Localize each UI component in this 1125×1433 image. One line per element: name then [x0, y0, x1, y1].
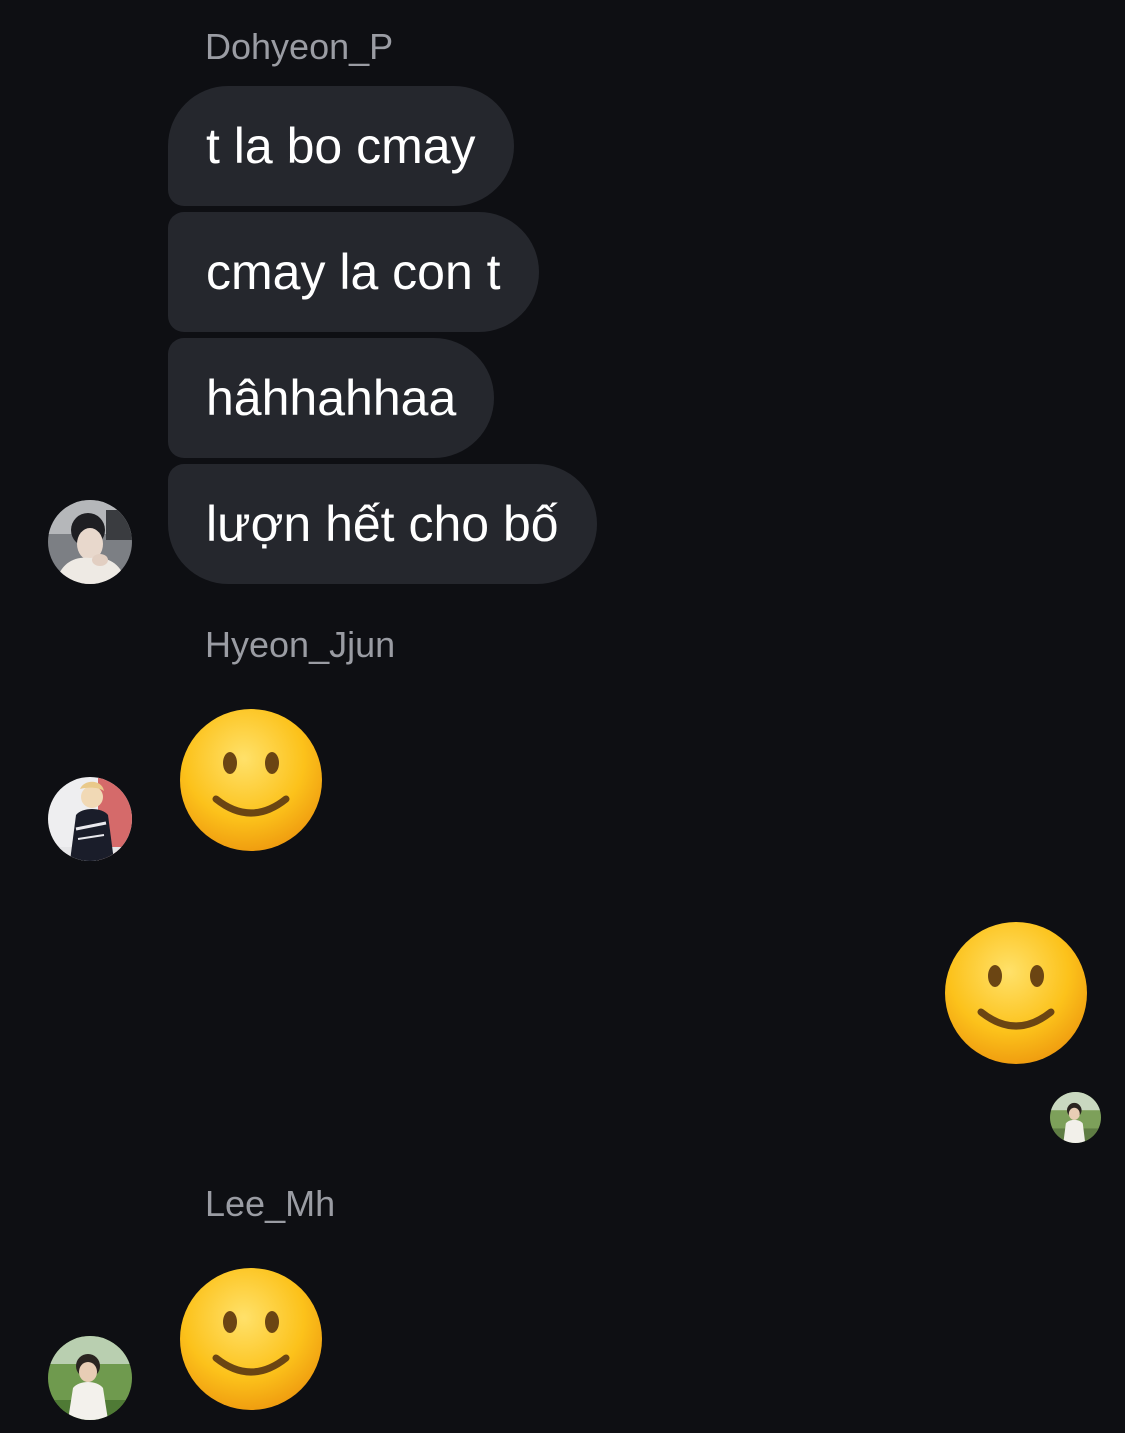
sender-name-lee: Lee_Mh	[205, 1183, 336, 1224]
chat-thread[interactable]: Dohyeon_P t la bo cmay cmay la con t hâh…	[0, 0, 1125, 1433]
seen-receipt-avatar[interactable]	[1050, 1092, 1101, 1143]
avatar-hyeon[interactable]	[48, 777, 132, 861]
slightly-smiling-face-icon[interactable]	[943, 920, 1089, 1066]
user-photo-avatar-icon	[48, 777, 132, 861]
user-photo-avatar-icon	[48, 500, 132, 584]
avatar-lee[interactable]	[48, 1336, 132, 1420]
message-bubble[interactable]: t la bo cmay	[168, 86, 514, 206]
message-bubble[interactable]: cmay la con t	[168, 212, 539, 332]
message-bubble[interactable]: lượn hết cho bố	[168, 464, 597, 584]
avatar-dohyeon[interactable]	[48, 500, 132, 584]
seen-receipt-avatar-icon	[1050, 1092, 1101, 1143]
sender-name-dohyeon: Dohyeon_P	[205, 26, 394, 67]
slightly-smiling-face-icon[interactable]	[178, 1266, 324, 1412]
message-bubble[interactable]: hâhhahhaa	[168, 338, 495, 458]
user-photo-avatar-icon	[48, 1336, 132, 1420]
sender-name-hyeon: Hyeon_Jjun	[205, 624, 396, 665]
slightly-smiling-face-icon[interactable]	[178, 707, 324, 853]
